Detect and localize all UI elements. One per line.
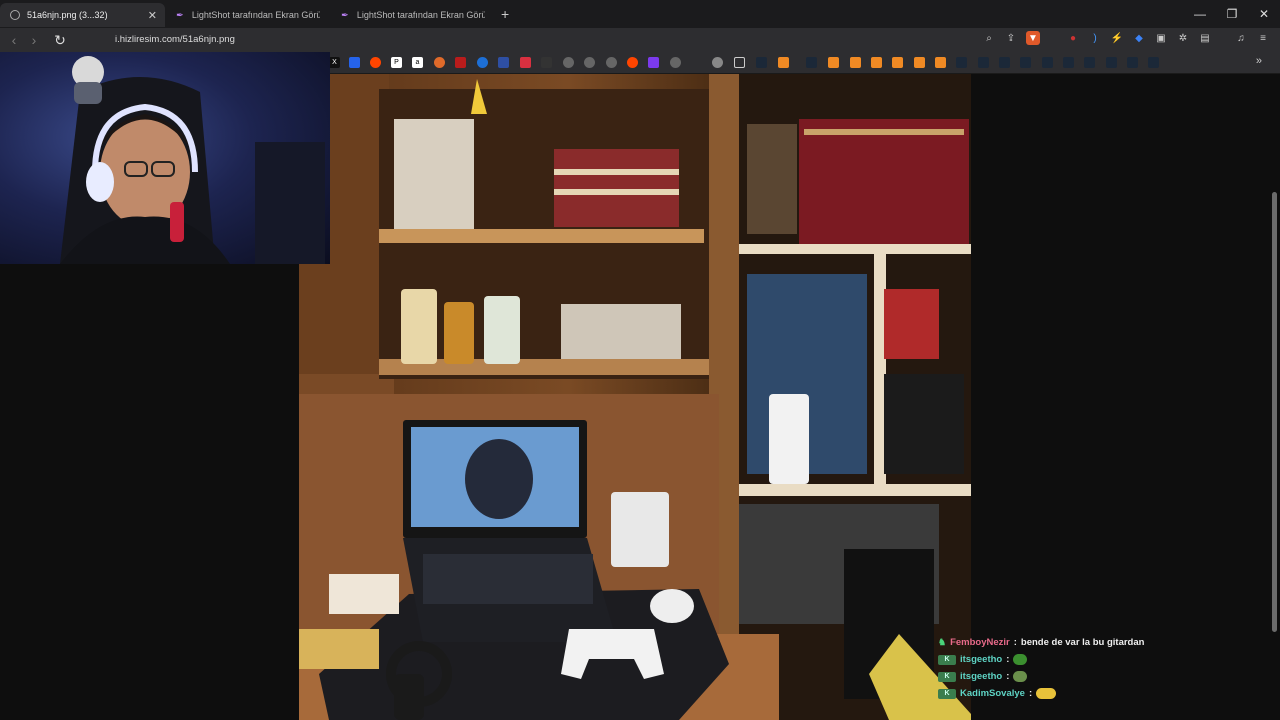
vertical-scrollbar[interactable] (1272, 192, 1277, 632)
bookmarks-more-button[interactable]: » (1256, 55, 1262, 67)
extensions-icon[interactable]: ✲ (1176, 31, 1190, 45)
bookmark-icon[interactable] (892, 57, 903, 68)
emote-icon (1013, 654, 1028, 665)
streamer-webcam (60, 56, 325, 264)
tab-title: 51a6njn.png (3...32) (27, 10, 108, 20)
chat-separator: : (1006, 671, 1010, 682)
menu-icon[interactable]: ≡ (1256, 31, 1270, 45)
steam-icon[interactable] (956, 57, 967, 68)
emote-icon (1013, 671, 1028, 682)
reload-button[interactable]: ↻ (50, 32, 70, 49)
steam-icon[interactable] (1020, 57, 1031, 68)
bookmark-icon[interactable] (914, 57, 925, 68)
zoom-icon[interactable]: ⌕ (982, 31, 996, 45)
tab-strip: 51a6njn.png (3...32) ✕ ✒ LightShot taraf… (0, 0, 1280, 28)
x-icon[interactable]: X (329, 57, 340, 68)
steam-icon[interactable] (999, 57, 1010, 68)
chat-username: itsgeetho (960, 654, 1003, 665)
stream-chat-overlay: ♞ FemboyNezir : bende de var la bu gitar… (938, 634, 1268, 702)
bookmark-icon[interactable] (455, 57, 466, 68)
bookmark-icon[interactable] (850, 57, 861, 68)
globe-icon[interactable] (606, 57, 617, 68)
restore-button[interactable]: ❐ (1216, 0, 1248, 28)
desk-photo (299, 74, 971, 720)
bookmark-icon[interactable] (434, 57, 445, 68)
tab-lightshot-2[interactable]: ✒ LightShot tarafından Ekran Görüntüsü (330, 3, 495, 27)
steam-icon[interactable] (806, 57, 817, 68)
feather-icon[interactable] (648, 57, 659, 68)
wave-icon[interactable]: ) (1088, 31, 1102, 45)
chat-username: itsgeetho (960, 671, 1003, 682)
reddit-icon[interactable] (370, 57, 381, 68)
globe-icon[interactable] (670, 57, 681, 68)
chat-message: K itsgeetho : (938, 668, 1268, 685)
emote-icon (1036, 688, 1057, 699)
bookmark-icon[interactable] (778, 57, 789, 68)
share-icon[interactable]: ⇪ (1004, 31, 1018, 45)
globe-icon[interactable] (584, 57, 595, 68)
steam-icon[interactable] (1127, 57, 1138, 68)
chat-badge: K (938, 671, 956, 682)
p-icon[interactable]: P (391, 57, 402, 68)
bookmark-icon[interactable] (349, 57, 360, 68)
chat-separator: : (1028, 688, 1033, 699)
chat-message: ♞ FemboyNezir : bende de var la bu gitar… (938, 634, 1268, 651)
new-tab-button[interactable]: + (501, 6, 509, 22)
brave-shield-icon[interactable]: ▼ (1026, 31, 1040, 45)
bookmark-icon[interactable] (498, 57, 509, 68)
steam-icon[interactable] (1148, 57, 1159, 68)
sidebar-icon[interactable]: ▤ (1198, 31, 1212, 45)
ublock-icon[interactable]: ● (1066, 31, 1080, 45)
steam-icon[interactable] (978, 57, 989, 68)
translate-icon[interactable]: ◆ (1132, 31, 1146, 45)
chat-badge: K (938, 688, 956, 699)
steam-icon[interactable] (756, 57, 767, 68)
bookmark-icon[interactable] (828, 57, 839, 68)
media-icon[interactable]: ♫ (1234, 31, 1248, 45)
back-button[interactable]: ‹ (4, 32, 24, 48)
reddit-icon[interactable] (627, 57, 638, 68)
steam-icon[interactable] (1042, 57, 1053, 68)
chat-badge: ♞ (938, 637, 947, 647)
bookmark-icon[interactable] (935, 57, 946, 68)
tabs-icon[interactable]: ▣ (1154, 31, 1168, 45)
gear-icon[interactable] (712, 57, 723, 68)
chat-message: K KadimSovalye : (938, 685, 1268, 702)
chat-separator: : (1013, 637, 1017, 648)
tab-title: LightShot tarafından Ekran Görüntüsü (191, 10, 320, 20)
steam-icon[interactable] (1063, 57, 1074, 68)
close-window-button[interactable]: ✕ (1248, 0, 1280, 28)
steam-icon[interactable] (1084, 57, 1095, 68)
extension-icon[interactable]: ⚡ (1110, 31, 1124, 45)
amazon-icon[interactable]: a (412, 57, 423, 68)
close-icon[interactable]: ✕ (148, 9, 157, 22)
minimize-button[interactable]: — (1184, 0, 1216, 28)
steam-icon[interactable] (1106, 57, 1117, 68)
globe-icon (10, 10, 20, 20)
play-icon[interactable] (477, 57, 488, 68)
tab-image[interactable]: 51a6njn.png (3...32) ✕ (0, 3, 165, 27)
forward-button[interactable]: › (24, 32, 44, 48)
globe-icon[interactable] (563, 57, 574, 68)
bookmark-icon[interactable] (541, 57, 552, 68)
webcam-overlay (0, 52, 330, 264)
tab-title: LightShot tarafından Ekran Görüntüsü (356, 10, 485, 20)
bookmark-icon[interactable] (871, 57, 882, 68)
chat-username: FemboyNezir (950, 637, 1010, 648)
folder-icon[interactable] (734, 57, 745, 68)
chat-text: bende de var la bu gitardan (1020, 637, 1145, 648)
feather-icon: ✒ (341, 9, 349, 20)
displayed-image (299, 74, 971, 720)
chat-badge: K (938, 654, 956, 665)
feather-icon: ✒ (176, 9, 184, 20)
chat-username: KadimSovalye (960, 688, 1025, 699)
bookmark-icon[interactable] (520, 57, 531, 68)
chat-message: K itsgeetho : (938, 651, 1268, 668)
address-bar[interactable]: i.hizliresim.com/51a6njn.png (115, 34, 235, 45)
address-toolbar: ‹ › ↻ i.hizliresim.com/51a6njn.png ⌕ ⇪ ▼… (0, 28, 1280, 52)
chat-separator: : (1006, 654, 1010, 665)
tab-lightshot-1[interactable]: ✒ LightShot tarafından Ekran Görüntüsü (165, 3, 330, 27)
